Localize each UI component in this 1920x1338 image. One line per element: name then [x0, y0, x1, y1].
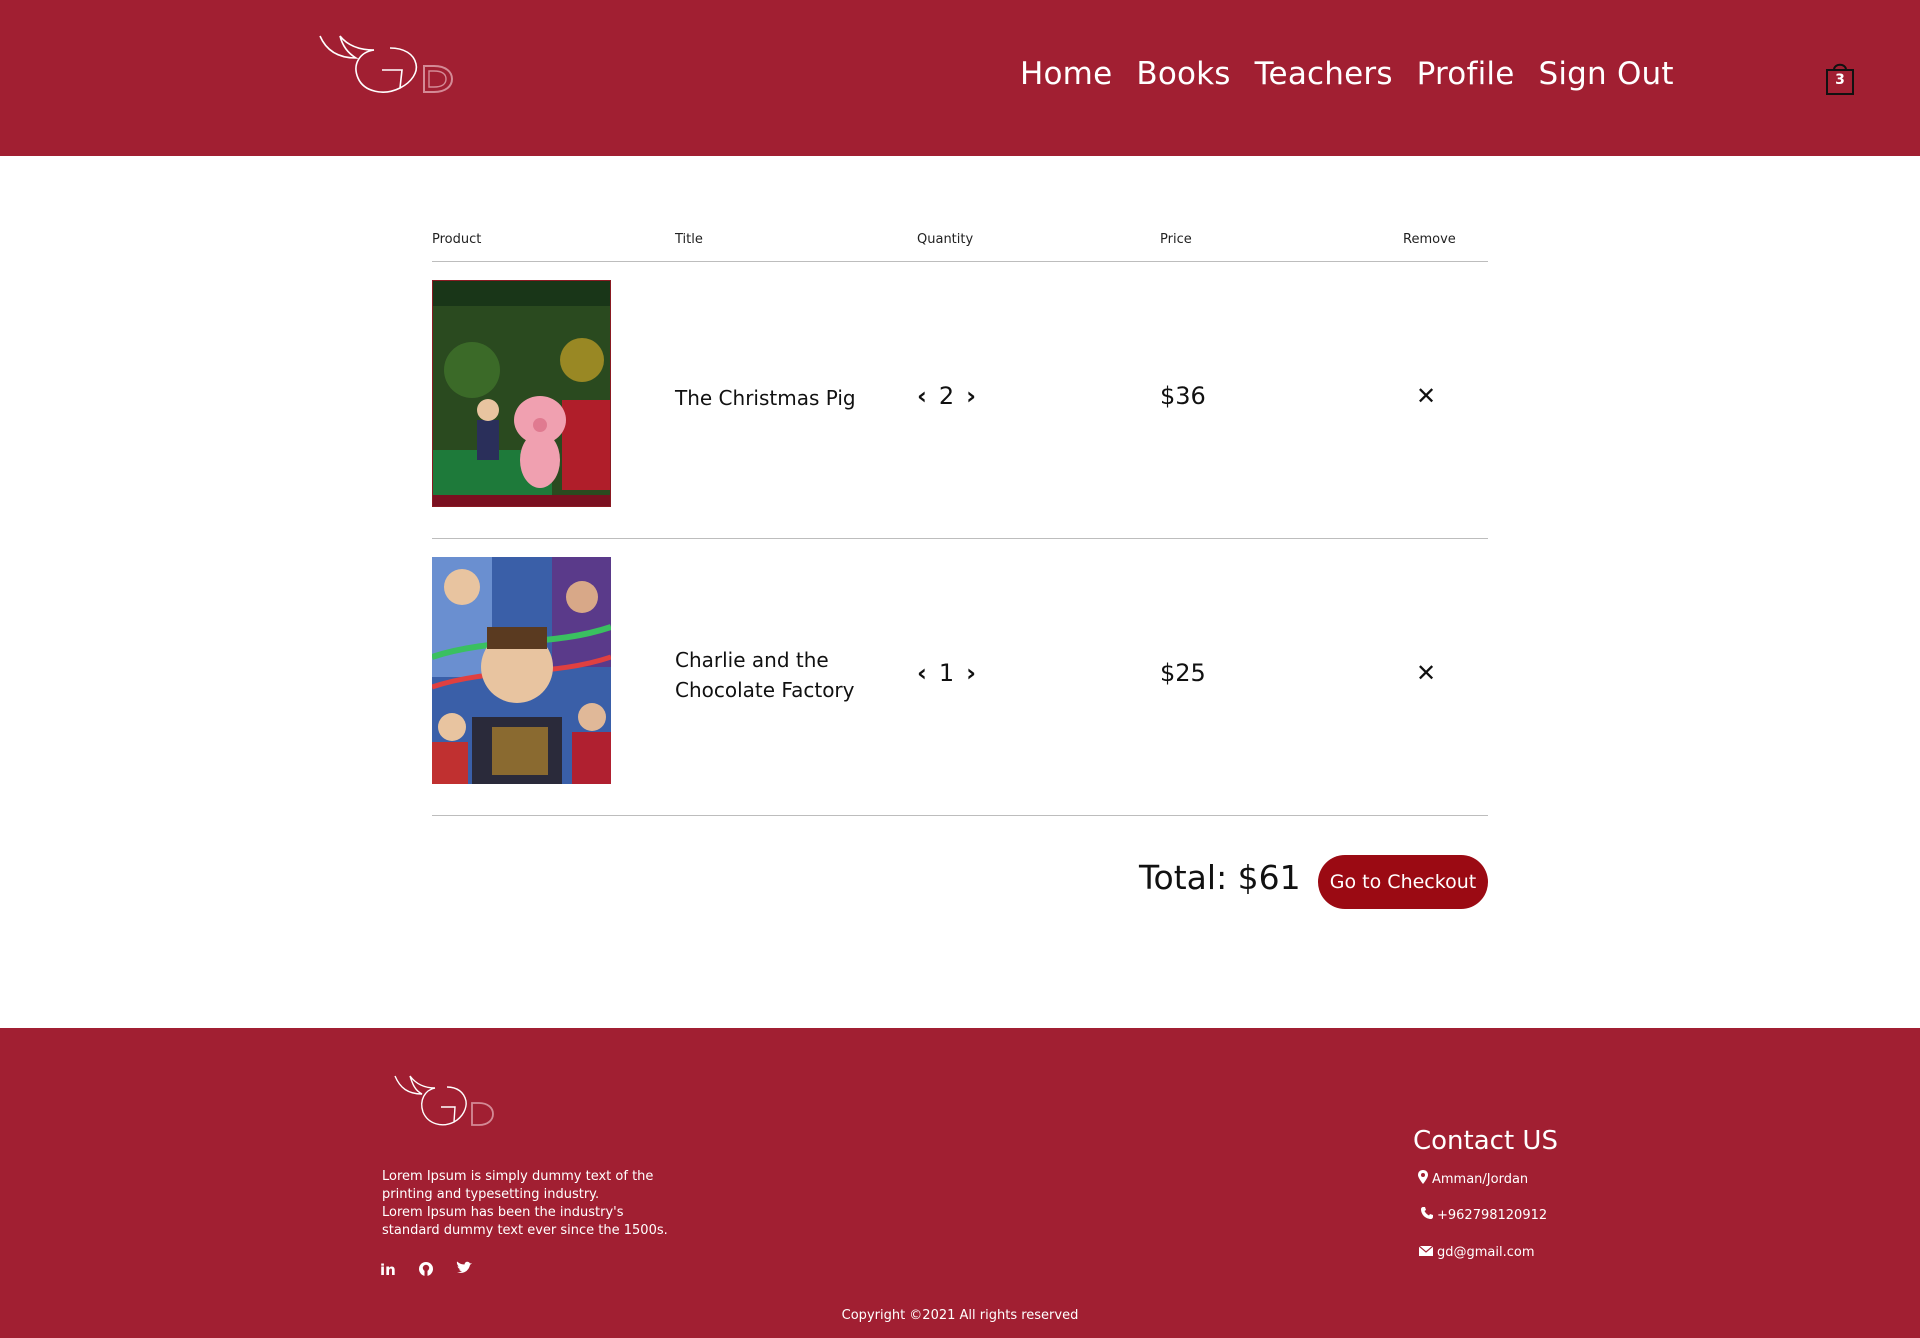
table-row: Charlie and the Chocolate Factory ‹ 1 › …: [432, 539, 1488, 816]
main-nav: Home Books Teachers Profile Sign Out: [1020, 56, 1674, 92]
nav-sign-out[interactable]: Sign Out: [1538, 56, 1673, 92]
envelope-icon: [1418, 1245, 1434, 1260]
site-logo[interactable]: [316, 30, 462, 102]
contact-email-text[interactable]: gd@gmail.com: [1437, 1245, 1535, 1260]
nav-home[interactable]: Home: [1020, 56, 1112, 92]
header-title: Title: [675, 232, 703, 247]
nav-teachers[interactable]: Teachers: [1255, 56, 1393, 92]
phone-icon: [1421, 1207, 1433, 1223]
github-icon[interactable]: [418, 1261, 434, 1281]
item-price: $36: [1160, 382, 1206, 410]
footer-about-line: Lorem Ipsum is simply dummy text of the: [382, 1169, 654, 1184]
contact-phone-text[interactable]: +962798120912: [1437, 1208, 1547, 1223]
item-price: $25: [1160, 659, 1206, 687]
item-title-line: Chocolate Factory: [675, 678, 855, 702]
item-title-line: The Christmas Pig: [675, 386, 856, 410]
checkout-button[interactable]: Go to Checkout: [1318, 855, 1488, 909]
contact-email: gd@gmail.com: [1418, 1245, 1535, 1260]
contact-location: Amman/Jordan: [1418, 1170, 1528, 1188]
copyright: Copyright ©2021 All rights reserved: [841, 1308, 1079, 1323]
footer-about-line: standard dummy text ever since the 1500s…: [382, 1223, 668, 1238]
nav-profile[interactable]: Profile: [1417, 56, 1515, 92]
site-footer: Lorem Ipsum is simply dummy text of the …: [0, 1028, 1920, 1338]
decrease-quantity-icon[interactable]: ‹: [917, 382, 927, 410]
book-cover-charlie-chocolate-factory[interactable]: [432, 557, 611, 784]
item-title: The Christmas Pig: [675, 383, 856, 413]
quantity-value: 1: [938, 659, 955, 687]
header-price: Price: [1160, 232, 1192, 247]
header-remove: Remove: [1403, 232, 1456, 247]
book-cover-christmas-pig[interactable]: [432, 280, 611, 507]
increase-quantity-icon[interactable]: ›: [966, 659, 976, 687]
twitter-icon[interactable]: [456, 1261, 472, 1281]
cart-count-badge: 3: [1835, 72, 1845, 88]
table-row: The Christmas Pig ‹ 2 › $36 ✕: [432, 262, 1488, 539]
increase-quantity-icon[interactable]: ›: [966, 382, 976, 410]
remove-item-icon[interactable]: ✕: [1416, 382, 1436, 410]
footer-logo[interactable]: [392, 1072, 500, 1144]
site-header: Home Books Teachers Profile Sign Out 3: [0, 0, 1920, 156]
cart-table: Product Title Quantity Price Remove The …: [432, 220, 1488, 816]
footer-about-line: printing and typesetting industry.: [382, 1187, 600, 1202]
cart-total: Total: $61: [1139, 858, 1301, 897]
quantity-stepper: ‹ 2 ›: [917, 382, 976, 410]
map-pin-icon: [1418, 1170, 1428, 1188]
contact-title: Contact US: [1413, 1126, 1558, 1156]
quantity-stepper: ‹ 1 ›: [917, 659, 976, 687]
item-title-line: Charlie and the: [675, 648, 829, 672]
linkedin-icon[interactable]: in: [380, 1261, 396, 1281]
remove-item-icon[interactable]: ✕: [1416, 659, 1436, 687]
footer-about-line: Lorem Ipsum has been the industry's: [382, 1205, 624, 1220]
contact-phone: +962798120912: [1421, 1207, 1547, 1223]
header-quantity: Quantity: [917, 232, 974, 247]
cart-button[interactable]: 3: [1824, 60, 1856, 96]
social-links: in: [380, 1261, 472, 1281]
table-header: Product Title Quantity Price Remove: [432, 220, 1488, 262]
footer-about: Lorem Ipsum is simply dummy text of the …: [382, 1168, 672, 1240]
item-title: Charlie and the Chocolate Factory: [675, 645, 854, 705]
contact-location-text: Amman/Jordan: [1432, 1171, 1529, 1187]
header-product: Product: [432, 232, 482, 247]
quantity-value: 2: [938, 382, 955, 410]
nav-books[interactable]: Books: [1136, 56, 1230, 92]
decrease-quantity-icon[interactable]: ‹: [917, 659, 927, 687]
